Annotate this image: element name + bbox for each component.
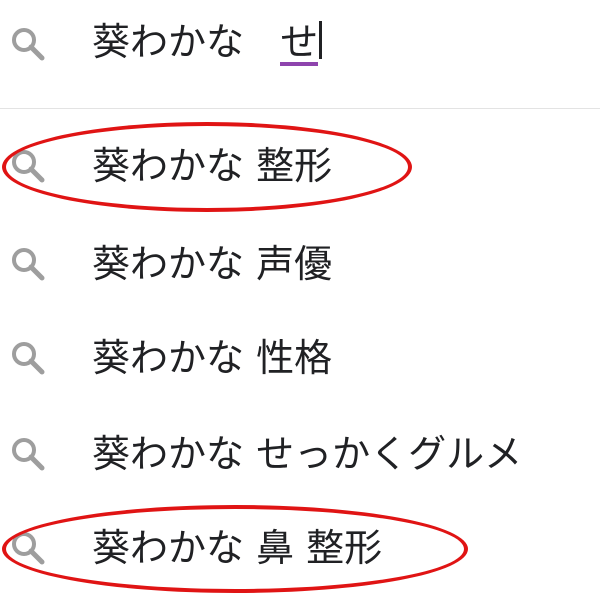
- search-input[interactable]: 葵わかな せ: [92, 14, 323, 70]
- search-bar[interactable]: 葵わかな せ: [0, 0, 600, 92]
- composing-underline: [280, 62, 319, 66]
- suggestion-item[interactable]: 葵わかな 性格: [0, 312, 600, 404]
- search-icon: [6, 336, 50, 380]
- search-suggestions-screen: 葵わかな せ 葵わかな 整形 葵わかな 声優 葵わかな 性格 葵わかな せっかく…: [0, 0, 600, 597]
- search-query-composing: せ: [280, 20, 319, 66]
- suggestion-item[interactable]: 葵わかな 整形: [0, 120, 600, 212]
- search-icon: [6, 526, 50, 570]
- search-icon: [6, 432, 50, 476]
- suggestion-label: 葵わかな 性格: [92, 336, 333, 380]
- suggestion-label: 葵わかな 声優: [92, 242, 333, 286]
- suggestion-item[interactable]: 葵わかな 声優: [0, 218, 600, 310]
- search-icon: [6, 144, 50, 188]
- suggestion-label: 葵わかな 整形: [92, 144, 333, 188]
- suggestion-item[interactable]: 葵わかな 鼻 整形: [0, 502, 600, 594]
- suggestion-item[interactable]: 葵わかな せっかくグルメ: [0, 408, 600, 500]
- suggestion-label: 葵わかな せっかくグルメ: [92, 432, 523, 476]
- suggestion-label: 葵わかな 鼻 整形: [92, 526, 383, 570]
- divider: [0, 108, 600, 109]
- search-icon: [6, 242, 50, 286]
- text-caret: [319, 21, 323, 59]
- search-query-committed: 葵わかな: [92, 20, 245, 64]
- search-icon: [6, 22, 50, 66]
